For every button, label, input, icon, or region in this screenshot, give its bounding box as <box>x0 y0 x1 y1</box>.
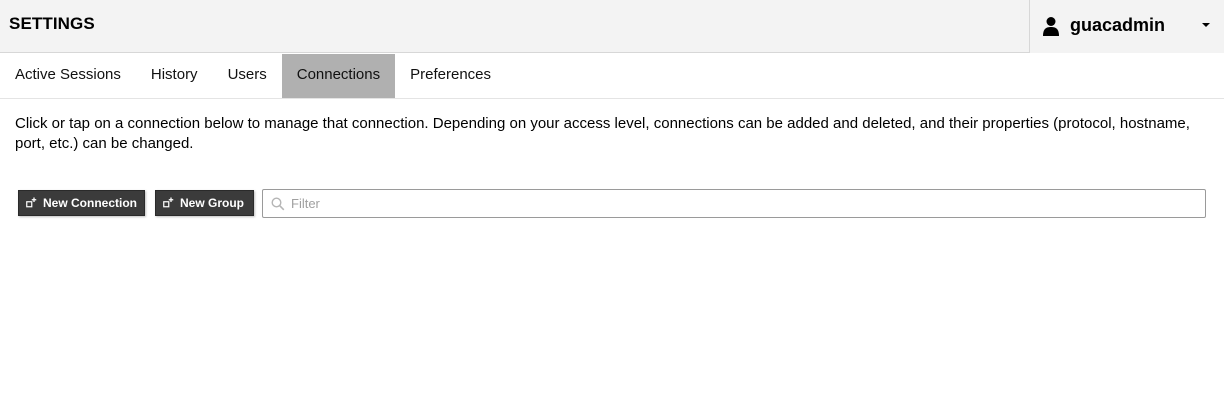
filter-box <box>262 189 1206 218</box>
filter-input[interactable] <box>291 193 1191 213</box>
user-menu[interactable]: guacadmin <box>1029 0 1224 53</box>
search-icon <box>271 197 285 211</box>
new-group-button[interactable]: New Group <box>155 190 254 216</box>
new-connection-button[interactable]: New Connection <box>18 190 145 216</box>
tab-history[interactable]: History <box>136 54 213 98</box>
header-bar: SETTINGS guacadmin <box>0 0 1224 53</box>
settings-tabs: Active Sessions History Users Connection… <box>0 54 1224 99</box>
add-group-icon <box>163 197 174 208</box>
page-description: Click or tap on a connection below to ma… <box>15 115 1190 152</box>
new-connection-label: New Connection <box>43 196 138 210</box>
chevron-down-icon <box>1202 23 1210 27</box>
add-connection-icon <box>26 197 37 208</box>
user-icon <box>1043 17 1059 36</box>
tab-active-sessions[interactable]: Active Sessions <box>0 54 136 98</box>
tab-preferences[interactable]: Preferences <box>395 54 506 98</box>
new-group-label: New Group <box>180 196 245 210</box>
username: guacadmin <box>1070 15 1166 35</box>
tab-connections[interactable]: Connections <box>281 54 396 98</box>
page-title: SETTINGS <box>9 14 95 33</box>
tab-users[interactable]: Users <box>213 54 282 98</box>
